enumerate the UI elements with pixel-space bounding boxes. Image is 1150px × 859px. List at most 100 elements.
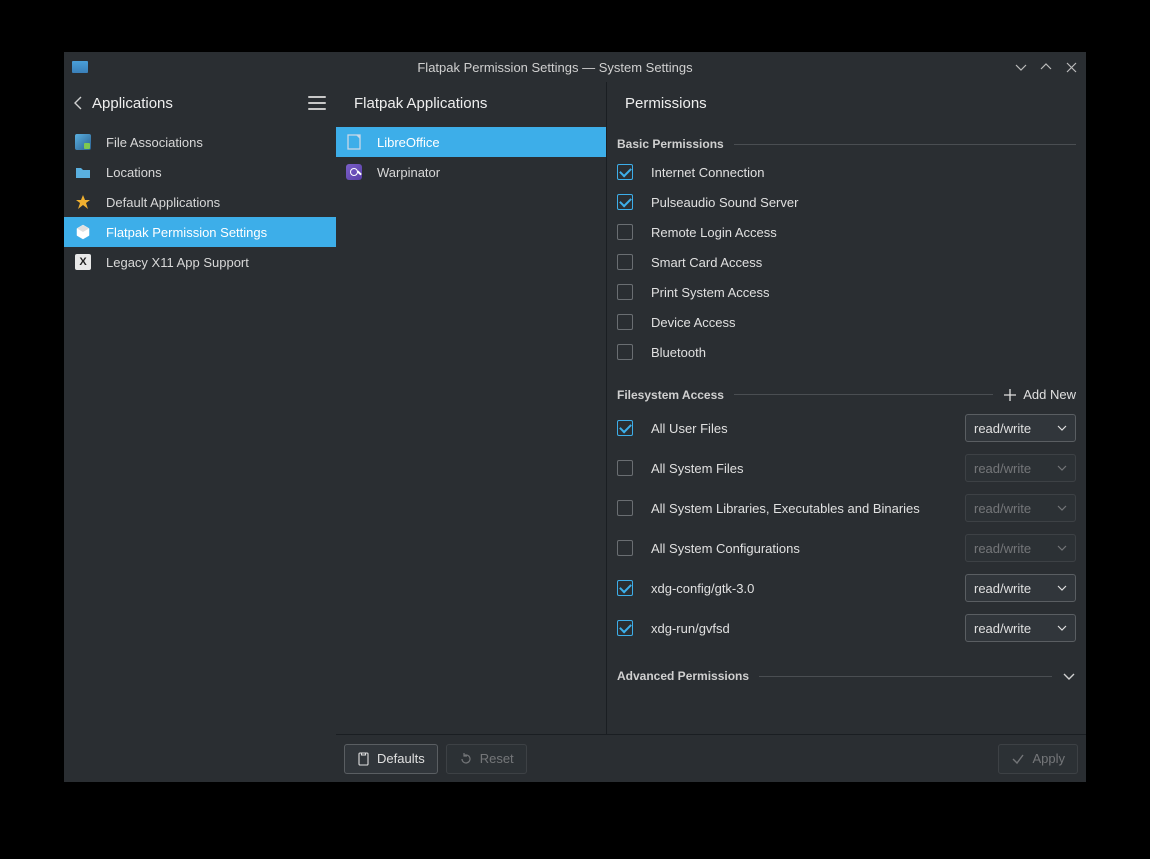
reset-button[interactable]: Reset bbox=[446, 744, 527, 774]
flatpak-applications-panel: Flatpak Applications LibreOffice Warpinat… bbox=[336, 82, 607, 734]
flatpak-permission-settings-icon bbox=[75, 224, 91, 240]
defaults-button[interactable]: Defaults bbox=[344, 744, 438, 774]
window-minimize-button[interactable] bbox=[1014, 60, 1028, 74]
dropdown-value: read/write bbox=[974, 461, 1053, 476]
mode-dropdown-xdg-config-gtk[interactable]: read/write bbox=[965, 574, 1076, 602]
close-icon bbox=[1066, 62, 1077, 73]
sidebar-item-default-applications[interactable]: Default Applications bbox=[64, 187, 336, 217]
chevron-down-icon bbox=[1057, 543, 1067, 553]
checkbox-device-access[interactable] bbox=[617, 314, 633, 330]
system-settings-window: Flatpak Permission Settings — System Set… bbox=[64, 52, 1086, 782]
app-icon bbox=[72, 61, 88, 73]
sidebar-item-legacy-x11-app-support[interactable]: X Legacy X11 App Support bbox=[64, 247, 336, 277]
filesystem-access-header: Filesystem Access Add New bbox=[617, 387, 1076, 402]
permission-label: Bluetooth bbox=[651, 345, 1076, 360]
permission-row-pulseaudio: Pulseaudio Sound Server bbox=[617, 187, 1076, 217]
filesystem-row-all-system-configs: All System Configurations read/write bbox=[617, 528, 1076, 568]
dropdown-value: read/write bbox=[974, 501, 1053, 516]
filesystem-label: All User Files bbox=[651, 421, 947, 436]
sidebar-item-locations[interactable]: Locations bbox=[64, 157, 336, 187]
checkbox-print-system[interactable] bbox=[617, 284, 633, 300]
sidebar-back-label: Applications bbox=[92, 95, 173, 112]
middle-panel-title: Flatpak Applications bbox=[336, 82, 606, 124]
checkbox-smart-card[interactable] bbox=[617, 254, 633, 270]
filesystem-access-label: Filesystem Access bbox=[617, 388, 724, 402]
reset-label: Reset bbox=[480, 751, 514, 766]
add-new-button[interactable]: Add New bbox=[1003, 387, 1076, 402]
app-item-label: Warpinator bbox=[377, 165, 440, 180]
filesystem-row-xdg-run-gvfsd: xdg-run/gvfsd read/write bbox=[617, 608, 1076, 648]
chevron-down-icon bbox=[1057, 423, 1067, 433]
basic-permissions-label: Basic Permissions bbox=[617, 137, 724, 151]
legacy-x11-app-support-icon: X bbox=[75, 254, 91, 270]
checkbox-all-system-configs[interactable] bbox=[617, 540, 633, 556]
permission-row-smart-card: Smart Card Access bbox=[617, 247, 1076, 277]
defaults-label: Defaults bbox=[377, 751, 425, 766]
add-new-label: Add New bbox=[1023, 387, 1076, 402]
chevron-left-icon bbox=[74, 96, 82, 110]
sidebar-item-label: Legacy X11 App Support bbox=[106, 255, 249, 270]
permissions-title: Permissions bbox=[607, 82, 1086, 124]
filesystem-row-all-system-libs: All System Libraries, Executables and Bi… bbox=[617, 488, 1076, 528]
mode-dropdown-all-user-files[interactable]: read/write bbox=[965, 414, 1076, 442]
sidebar-item-label: Locations bbox=[106, 165, 162, 180]
filesystem-row-all-system-files: All System Files read/write bbox=[617, 448, 1076, 488]
menu-button[interactable] bbox=[308, 96, 326, 110]
file-associations-icon bbox=[75, 134, 91, 150]
dropdown-value: read/write bbox=[974, 421, 1053, 436]
titlebar: Flatpak Permission Settings — System Set… bbox=[64, 52, 1086, 82]
checkbox-xdg-config-gtk[interactable] bbox=[617, 580, 633, 596]
dropdown-value: read/write bbox=[974, 541, 1053, 556]
filesystem-label: All System Files bbox=[651, 461, 947, 476]
checkbox-all-user-files[interactable] bbox=[617, 420, 633, 436]
checkbox-internet[interactable] bbox=[617, 164, 633, 180]
permission-row-bluetooth: Bluetooth bbox=[617, 337, 1076, 367]
bottom-bar: Defaults Reset Apply bbox=[336, 734, 1086, 782]
advanced-permissions-label: Advanced Permissions bbox=[617, 669, 749, 683]
permission-row-remote-login: Remote Login Access bbox=[617, 217, 1076, 247]
mode-dropdown-xdg-run-gvfsd[interactable]: read/write bbox=[965, 614, 1076, 642]
permission-row-print-system: Print System Access bbox=[617, 277, 1076, 307]
app-item-warpinator[interactable]: Warpinator bbox=[336, 157, 606, 187]
permission-row-device-access: Device Access bbox=[617, 307, 1076, 337]
dropdown-value: read/write bbox=[974, 621, 1053, 636]
checkbox-xdg-run-gvfsd[interactable] bbox=[617, 620, 633, 636]
locations-icon bbox=[75, 164, 91, 180]
sidebar-item-file-associations[interactable]: File Associations bbox=[64, 127, 336, 157]
chevron-down-icon bbox=[1057, 623, 1067, 633]
permission-label: Smart Card Access bbox=[651, 255, 1076, 270]
chevron-down-icon bbox=[1057, 463, 1067, 473]
permissions-panel: Permissions Basic Permissions Internet C… bbox=[607, 82, 1086, 734]
checkbox-remote-login[interactable] bbox=[617, 224, 633, 240]
checkbox-bluetooth[interactable] bbox=[617, 344, 633, 360]
permission-label: Print System Access bbox=[651, 285, 1076, 300]
checkbox-pulseaudio[interactable] bbox=[617, 194, 633, 210]
apply-label: Apply bbox=[1032, 751, 1065, 766]
chevron-down-icon bbox=[1057, 503, 1067, 513]
filesystem-row-all-user-files: All User Files read/write bbox=[617, 408, 1076, 448]
defaults-icon bbox=[357, 752, 370, 766]
permission-label: Device Access bbox=[651, 315, 1076, 330]
chevron-down-icon bbox=[1062, 669, 1076, 683]
app-item-libreoffice[interactable]: LibreOffice bbox=[336, 127, 606, 157]
advanced-permissions-header[interactable]: Advanced Permissions bbox=[617, 658, 1076, 694]
filesystem-row-xdg-config-gtk: xdg-config/gtk-3.0 read/write bbox=[617, 568, 1076, 608]
sidebar-item-label: Flatpak Permission Settings bbox=[106, 225, 267, 240]
sidebar-back-button[interactable]: Applications bbox=[74, 95, 173, 112]
mode-dropdown-all-system-configs: read/write bbox=[965, 534, 1076, 562]
checkbox-all-system-libs[interactable] bbox=[617, 500, 633, 516]
filesystem-label: xdg-config/gtk-3.0 bbox=[651, 581, 947, 596]
libreoffice-icon bbox=[346, 134, 362, 150]
dropdown-value: read/write bbox=[974, 581, 1053, 596]
sidebar-item-flatpak-permission-settings[interactable]: Flatpak Permission Settings bbox=[64, 217, 336, 247]
warpinator-icon bbox=[346, 164, 362, 180]
window-maximize-button[interactable] bbox=[1039, 60, 1053, 74]
apply-button[interactable]: Apply bbox=[998, 744, 1078, 774]
window-close-button[interactable] bbox=[1064, 60, 1078, 74]
checkbox-all-system-files[interactable] bbox=[617, 460, 633, 476]
window-title: Flatpak Permission Settings — System Set… bbox=[96, 60, 1014, 75]
chevron-up-icon bbox=[1040, 61, 1052, 73]
mode-dropdown-all-system-files: read/write bbox=[965, 454, 1076, 482]
permission-label: Pulseaudio Sound Server bbox=[651, 195, 1076, 210]
default-applications-icon bbox=[75, 194, 91, 210]
